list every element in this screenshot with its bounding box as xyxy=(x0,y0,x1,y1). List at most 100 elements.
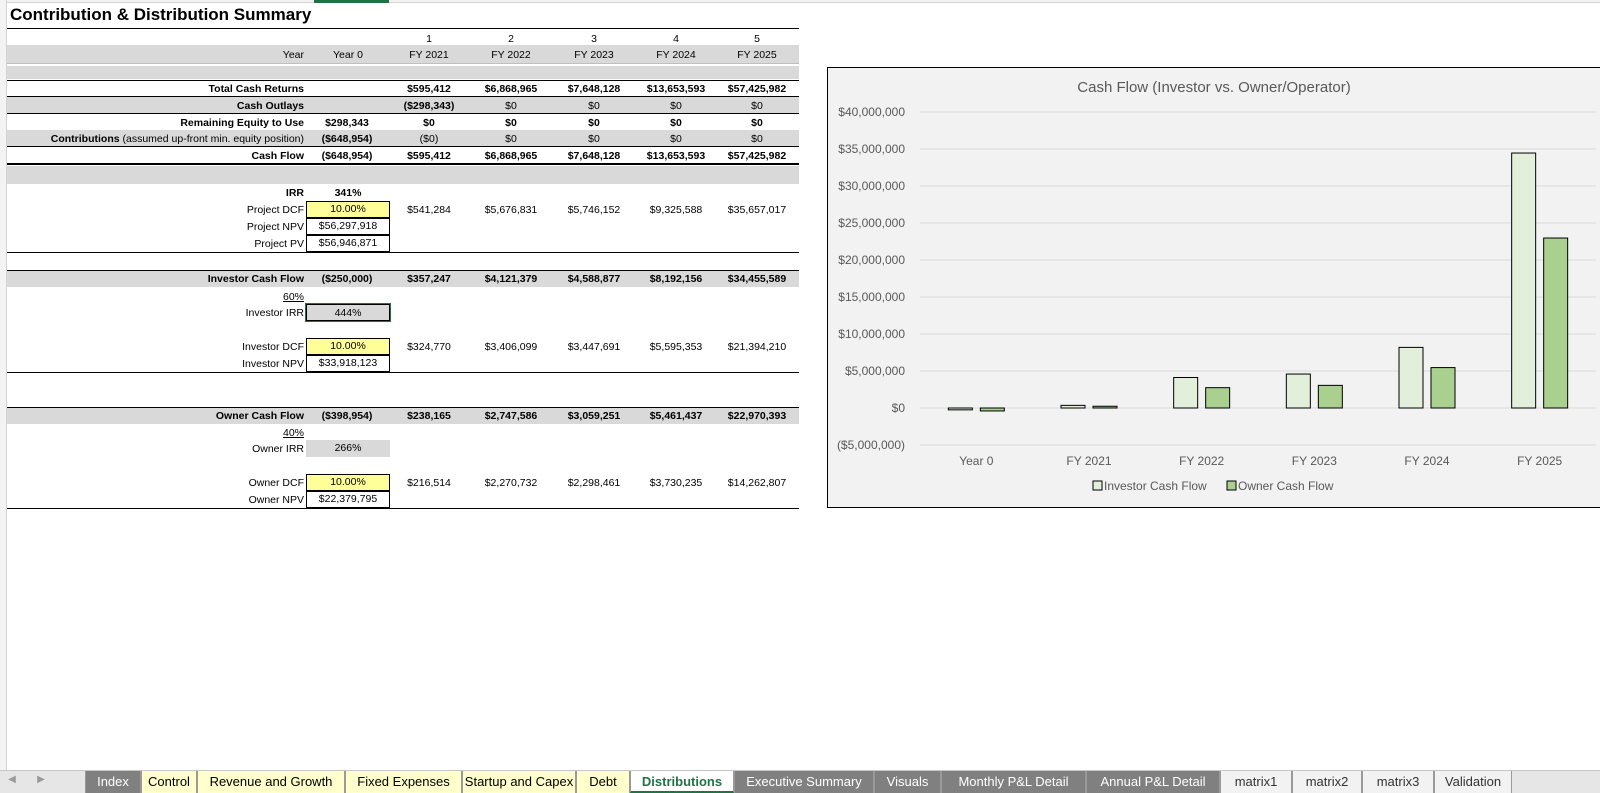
x-tick-label: Year 0 xyxy=(959,454,994,468)
summary-cell: $0 xyxy=(423,117,435,129)
tab-fixed-expenses[interactable]: Fixed Expenses xyxy=(345,771,462,793)
summary-cell: $6,868,965 xyxy=(484,83,538,95)
tab-index[interactable]: Index xyxy=(85,771,141,793)
period-number: 5 xyxy=(754,33,760,45)
tab-scroll-right-icon[interactable]: ▶ xyxy=(34,774,48,785)
tab-annual-p-l-detail[interactable]: Annual P&L Detail xyxy=(1086,771,1220,793)
summary-cell: $0 xyxy=(505,100,517,112)
y-tick-label: $15,000,000 xyxy=(838,290,905,304)
summary-row-label-note: (assumed up-front min. equity position) xyxy=(119,133,304,145)
period-number: 2 xyxy=(508,33,514,45)
tab-monthly-p-l-detail[interactable]: Monthly P&L Detail xyxy=(941,771,1086,793)
investor-dcf-input[interactable]: 10.00% xyxy=(306,338,390,355)
investor-cf-cell: $8,192,156 xyxy=(649,273,703,285)
owner-cf-cell: $22,970,393 xyxy=(727,410,787,422)
investor-irr-value[interactable]: 444% xyxy=(305,303,391,322)
summary-cell: ($648,954) xyxy=(321,133,373,145)
tab-matrix3[interactable]: matrix3 xyxy=(1362,771,1434,793)
row-header-strip xyxy=(0,0,7,770)
x-tick-label: FY 2022 xyxy=(1179,454,1224,468)
y-tick-label: $30,000,000 xyxy=(838,179,905,193)
summary-cell xyxy=(310,81,384,97)
y-tick-label: $5,000,000 xyxy=(845,364,905,378)
bar-investor-cash-flow xyxy=(1398,346,1424,409)
sheet-tab-bar: ◀ ▶ Index Control Revenue and Growth Fixed … xyxy=(0,770,1600,793)
y-tick-label: $0 xyxy=(892,401,906,415)
column-header: Year 0 xyxy=(333,49,363,61)
project-dcf-input[interactable]: 10.00% xyxy=(306,201,390,218)
summary-row-label: Total Cash Returns xyxy=(7,81,304,97)
summary-cell: $0 xyxy=(588,133,600,145)
summary-cell: $0 xyxy=(751,117,763,129)
project-npv-value: $56,297,918 xyxy=(306,218,390,235)
project-dcf-cell: $9,325,588 xyxy=(649,204,703,216)
summary-cell: $298,343 xyxy=(325,117,369,129)
tab-distributions[interactable]: Distributions xyxy=(630,771,734,793)
tab-matrix2[interactable]: matrix2 xyxy=(1292,771,1362,793)
tab-revenue-and-growth[interactable]: Revenue and Growth xyxy=(197,771,345,793)
chart-svg: Cash Flow (Investor vs. Owner/Operator) $… xyxy=(837,79,1596,493)
summary-row-label: Cash Outlays xyxy=(7,98,304,114)
summary-cell: ($0) xyxy=(419,133,439,145)
tab-startup-and-capex[interactable]: Startup and Capex xyxy=(462,771,576,793)
owner-dcf-input[interactable]: 10.00% xyxy=(306,474,390,491)
investor-dcf-label: Investor DCF xyxy=(242,341,304,353)
summary-cell: $6,868,965 xyxy=(484,150,538,162)
tab-scroll-left-icon[interactable]: ◀ xyxy=(5,774,19,785)
column-header: FY 2021 xyxy=(409,49,449,61)
owner-cf-cell: $5,461,437 xyxy=(649,410,703,422)
divider xyxy=(7,63,799,64)
y-tick-label: $35,000,000 xyxy=(838,142,905,156)
owner-irr-value: 266% xyxy=(306,440,390,457)
summary-spacer-band xyxy=(7,66,799,79)
summary-cell: $0 xyxy=(751,133,763,145)
summary-cell: ($648,954) xyxy=(321,150,373,162)
project-dcf-cell: $541,284 xyxy=(407,204,451,216)
cash-flow-chart[interactable]: Cash Flow (Investor vs. Owner/Operator) $… xyxy=(827,67,1600,508)
selected-column-indicator xyxy=(314,0,389,3)
investor-dcf-cell: $21,394,210 xyxy=(727,341,787,353)
period-number: 1 xyxy=(426,33,432,45)
column-header: FY 2023 xyxy=(574,49,614,61)
owner-dcf-label: Owner DCF xyxy=(248,477,304,489)
bar-owner-cash-flow xyxy=(979,407,1005,412)
legend-label: Owner Cash Flow xyxy=(1238,479,1334,493)
summary-cell: $0 xyxy=(505,133,517,145)
investor-cf-cell: $34,455,589 xyxy=(727,273,787,285)
summary-cell: $7,648,128 xyxy=(567,83,621,95)
summary-cell: $0 xyxy=(670,100,682,112)
y-tick-label: ($5,000,000) xyxy=(837,438,905,452)
legend-label: Investor Cash Flow xyxy=(1104,479,1207,493)
tab-executive-summary[interactable]: Executive Summary xyxy=(734,771,874,793)
summary-cell: $0 xyxy=(505,117,517,129)
investor-dcf-cell: $3,406,099 xyxy=(484,341,538,353)
project-pv-label: Project PV xyxy=(254,238,304,250)
summary-row-label: Contributions (assumed up-front min. equ… xyxy=(7,131,304,147)
investor-cf-cell: ($250,000) xyxy=(321,273,373,285)
bar-investor-cash-flow xyxy=(1173,377,1199,409)
divider xyxy=(7,372,799,373)
owner-dcf-cell: $14,262,807 xyxy=(727,477,787,489)
owner-cf-cell: $238,165 xyxy=(407,410,451,422)
x-tick-label: FY 2021 xyxy=(1066,454,1111,468)
tab-visuals[interactable]: Visuals xyxy=(874,771,941,793)
tab-control[interactable]: Control xyxy=(141,771,197,793)
tab-validation[interactable]: Validation xyxy=(1434,771,1512,793)
period-number: 3 xyxy=(591,33,597,45)
summary-cell: $0 xyxy=(670,133,682,145)
tab-debt[interactable]: Debt xyxy=(576,771,630,793)
bar-owner-cash-flow xyxy=(1092,405,1118,409)
tab-matrix1[interactable]: matrix1 xyxy=(1220,771,1292,793)
investor-dcf-cell: $5,595,353 xyxy=(649,341,703,353)
column-header: FY 2022 xyxy=(491,49,531,61)
summary-cell: $595,412 xyxy=(407,83,451,95)
summary-cell: $0 xyxy=(751,100,763,112)
title-underline xyxy=(7,28,799,29)
owner-cf-cell: $2,747,586 xyxy=(484,410,538,422)
owner-npv-label: Owner NPV xyxy=(248,494,304,506)
bar-investor-cash-flow xyxy=(1285,373,1311,409)
y-tick-label: $25,000,000 xyxy=(838,216,905,230)
owner-dcf-cell: $2,270,732 xyxy=(484,477,538,489)
divider xyxy=(7,508,799,509)
summary-row-label: Cash Flow xyxy=(7,148,304,164)
